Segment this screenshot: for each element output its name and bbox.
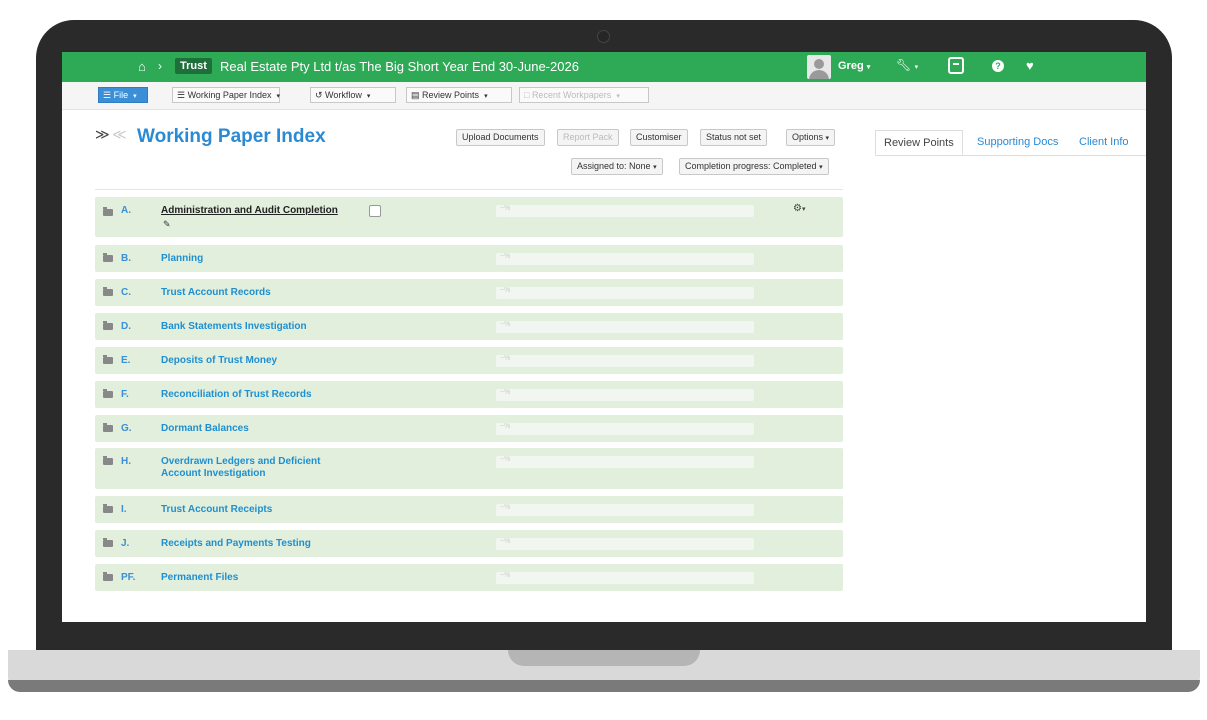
progress-bar: ~% — [496, 456, 754, 468]
section-code: E. — [121, 355, 131, 366]
progress-bar: ~% — [496, 205, 754, 217]
section-code: A. — [121, 205, 131, 216]
section-code: I. — [121, 504, 127, 515]
section-row-a[interactable]: A. Administration and Audit Completion ✎… — [95, 197, 843, 237]
section-name-link[interactable]: Permanent Files — [161, 572, 238, 584]
options-button[interactable]: Options ▾ — [786, 129, 836, 146]
section-name-link[interactable]: Reconciliation of Trust Records — [161, 389, 312, 401]
right-panel-tabs: Review Points Supporting Docs Client Inf… — [875, 130, 1146, 156]
section-checkbox[interactable] — [369, 205, 381, 217]
folder-icon — [103, 389, 113, 398]
section-row-j[interactable]: J. Receipts and Payments Testing ~% — [95, 530, 843, 557]
section-code: J. — [121, 538, 130, 549]
completion-progress-filter[interactable]: Completion progress: Completed ▾ — [679, 158, 829, 175]
section-code: H. — [121, 456, 131, 467]
progress-bar: ~% — [496, 287, 754, 299]
gear-icon[interactable]: ⚙▾ — [793, 203, 805, 214]
section-code: G. — [121, 423, 132, 434]
top-bar: ⌂ › Trust Real Estate Pty Ltd t/as The B… — [62, 52, 1146, 82]
section-code: PF. — [121, 572, 136, 583]
expand-all-icon[interactable]: ≪ — [112, 126, 127, 143]
section-row-f[interactable]: F. Reconciliation of Trust Records ~% — [95, 381, 843, 408]
section-name-link[interactable]: Trust Account Records — [161, 287, 271, 299]
recent-workpapers-button[interactable]: □ Recent Workpapers ▾ — [519, 87, 649, 103]
page-title: Working Paper Index — [137, 126, 326, 147]
progress-bar: ~% — [496, 504, 754, 516]
section-row-h[interactable]: H. Overdrawn Ledgers and Deficient Accou… — [95, 448, 843, 489]
folder-icon — [103, 355, 113, 364]
heartbeat-icon[interactable]: ♥ — [1026, 58, 1034, 73]
status-button[interactable]: Status not set — [700, 129, 768, 146]
workflow-button[interactable]: ↺ Workflow ▾ — [310, 87, 396, 103]
laptop-notch — [508, 650, 700, 666]
section-name-link[interactable]: Trust Account Receipts — [161, 504, 272, 516]
home-icon[interactable]: ⌂ — [138, 59, 146, 74]
engagement-title[interactable]: Real Estate Pty Ltd t/as The Big Short Y… — [220, 59, 579, 74]
report-pack-button[interactable]: Report Pack — [557, 129, 619, 146]
review-points-button[interactable]: ▤ Review Points ▾ — [406, 87, 512, 103]
wrench-icon[interactable]: 🔧︎ ▾ — [896, 58, 918, 72]
section-name-link[interactable]: Planning — [161, 253, 203, 265]
tab-client-info[interactable]: Client Info — [1079, 130, 1129, 155]
tab-review-points[interactable]: Review Points — [875, 130, 963, 155]
section-code: F. — [121, 389, 129, 400]
pencil-icon[interactable]: ✎ — [163, 219, 171, 230]
collapse-all-icon[interactable]: ≫ — [95, 126, 110, 143]
section-row-c[interactable]: C. Trust Account Records ~% — [95, 279, 843, 306]
section-code: D. — [121, 321, 131, 332]
folder-icon — [103, 207, 113, 216]
file-menu-button[interactable]: ☰ File ▾ — [98, 87, 148, 103]
section-name-link[interactable]: Overdrawn Ledgers and Deficient Account … — [161, 456, 351, 480]
progress-bar: ~% — [496, 423, 754, 435]
working-paper-index-button[interactable]: ☰ Working Paper Index ▾ — [172, 87, 280, 103]
section-row-i[interactable]: I. Trust Account Receipts ~% — [95, 496, 843, 523]
toolbar: ☰ File ▾ ☰ Working Paper Index ▾ ↺ Workf… — [62, 82, 1146, 110]
section-row-pf[interactable]: PF. Permanent Files ~% — [95, 564, 843, 591]
folder-icon — [103, 504, 113, 513]
folder-icon — [103, 456, 113, 465]
progress-bar: ~% — [496, 389, 754, 401]
folder-icon — [103, 538, 113, 547]
section-code: B. — [121, 253, 131, 264]
folder-icon — [103, 321, 113, 330]
progress-bar: ~% — [496, 253, 754, 265]
customiser-button[interactable]: Customiser — [630, 129, 688, 146]
assigned-to-filter[interactable]: Assigned to: None ▾ — [571, 158, 663, 175]
section-name-link[interactable]: Dormant Balances — [161, 423, 249, 435]
progress-bar: ~% — [496, 355, 754, 367]
camera-icon — [597, 30, 610, 43]
progress-bar: ~% — [496, 538, 754, 550]
divider — [95, 189, 843, 190]
section-row-e[interactable]: E. Deposits of Trust Money ~% — [95, 347, 843, 374]
help-icon[interactable]: ? — [992, 60, 1004, 72]
section-name-link[interactable]: Deposits of Trust Money — [161, 355, 277, 367]
assistant-bot-icon[interactable] — [948, 57, 964, 74]
section-row-d[interactable]: D. Bank Statements Investigation ~% — [95, 313, 843, 340]
progress-bar: ~% — [496, 321, 754, 333]
progress-bar: ~% — [496, 572, 754, 584]
folder-icon — [103, 253, 113, 262]
app-screen: ⌂ › Trust Real Estate Pty Ltd t/as The B… — [62, 52, 1146, 622]
laptop-base-edge — [8, 680, 1200, 692]
folder-icon — [103, 287, 113, 296]
section-name-link[interactable]: Bank Statements Investigation — [161, 321, 307, 333]
user-avatar[interactable] — [807, 55, 831, 79]
section-name-link[interactable]: Receipts and Payments Testing — [161, 538, 311, 550]
section-row-b[interactable]: B. Planning ~% — [95, 245, 843, 272]
section-name-link[interactable]: Administration and Audit Completion — [161, 205, 338, 217]
user-menu[interactable]: Greg ▾ — [838, 60, 870, 72]
section-row-g[interactable]: G. Dormant Balances ~% — [95, 415, 843, 442]
folder-icon — [103, 572, 113, 581]
folder-icon — [103, 423, 113, 432]
upload-documents-button[interactable]: Upload Documents — [456, 129, 545, 146]
entity-type-badge[interactable]: Trust — [175, 58, 212, 74]
breadcrumb-separator-icon: › — [158, 59, 162, 73]
section-code: C. — [121, 287, 131, 298]
tab-supporting-docs[interactable]: Supporting Docs — [977, 130, 1058, 155]
